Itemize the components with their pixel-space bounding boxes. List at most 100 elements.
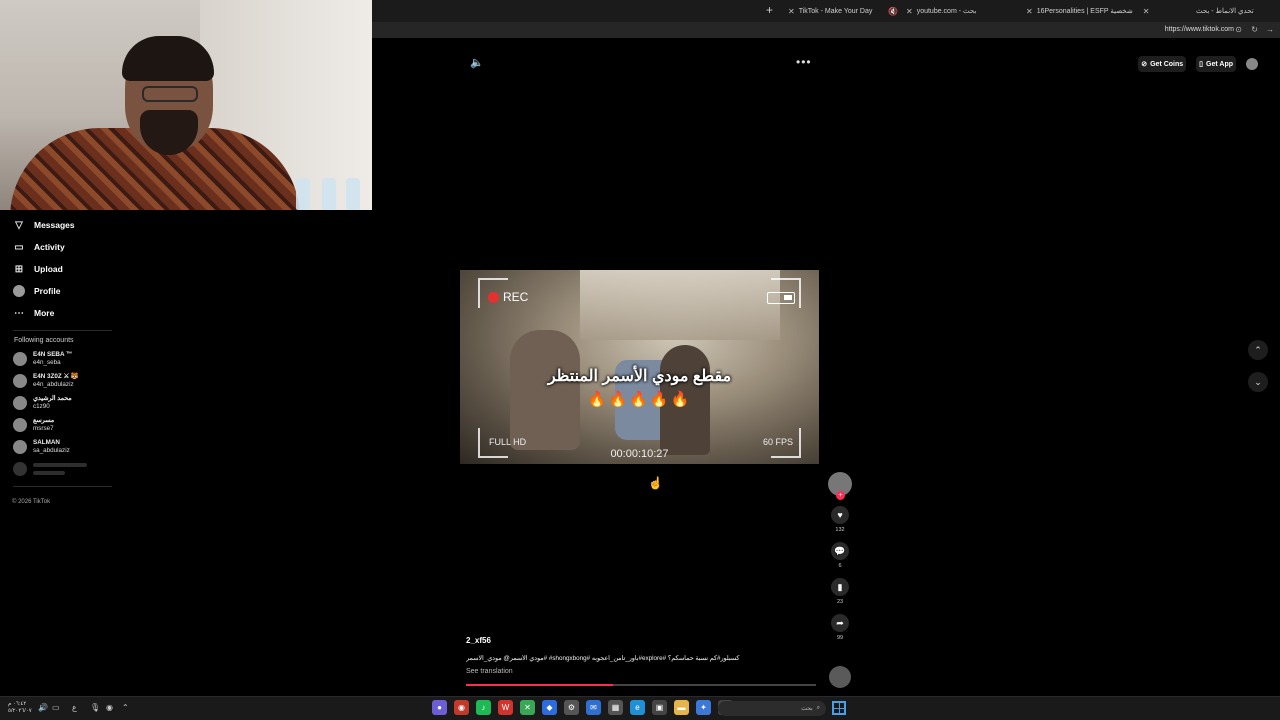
sidebar-item-profile[interactable]: Profile [0, 280, 125, 302]
comment-icon[interactable]: 💬 [831, 542, 849, 560]
address-bar[interactable]: https://www.tiktok.com ⊙ ↻ → [372, 22, 1280, 38]
get-coins-button[interactable]: ⊘ Get Coins [1138, 56, 1187, 72]
app-icon[interactable]: ● [432, 700, 447, 715]
mic-icon[interactable]: 🎙 [90, 703, 100, 712]
account-handle: msrse7 [33, 425, 54, 432]
comment-action[interactable]: 💬 6 [826, 542, 854, 569]
follow-plus-icon[interactable]: + [836, 491, 845, 500]
sidebar: ▽ Messages ▭ Activity ⊞ Upload Profile ⋯… [0, 214, 125, 524]
more-dots-icon: ⋯ [14, 307, 24, 319]
close-icon[interactable]: ✕ [1143, 7, 1150, 16]
tab-16personalities[interactable]: ✕ 16Personalities | ESFP شخصية ✕ [1026, 4, 1149, 18]
save-action[interactable]: ▮ 23 [826, 578, 854, 605]
mute-icon[interactable]: 🔇 [888, 7, 898, 16]
divider [13, 330, 112, 331]
following-account[interactable]: محمد الرشيدي c1z90 [0, 392, 125, 414]
settings-icon[interactable]: ⚙ [564, 700, 579, 715]
post-description: مودي الأسمر@ مودي_الاسمر# #shongxbong# ب… [466, 655, 740, 662]
following-account[interactable]: SALMAN sa_abdulaziz [0, 436, 125, 458]
comment-count: 6 [838, 563, 842, 569]
video-player[interactable]: REC مقطع مودي الأسمر المنتظر 🔥🔥🔥🔥🔥 FULL … [460, 270, 819, 464]
url-text[interactable]: https://www.tiktok.com [1165, 26, 1234, 33]
screen: + ✕ TikTok - Make Your Day 🔇 ✕ youtube.c… [0, 0, 1280, 720]
mail-icon[interactable]: ✉ [586, 700, 601, 715]
profile-avatar [13, 285, 25, 297]
heart-icon[interactable]: ♥ [831, 506, 849, 524]
divider [13, 486, 112, 487]
windows-start-icon[interactable] [832, 701, 846, 715]
network-icon[interactable]: ▭ [52, 703, 60, 712]
tray-app-icon[interactable]: ◉ [106, 703, 113, 712]
webcam-bottle [346, 178, 360, 210]
chevron-up-icon: ⌃ [1254, 344, 1262, 355]
header-actions: ⊘ Get Coins ▯ Get App [1138, 56, 1258, 72]
following-accounts-title: Following accounts [14, 337, 74, 344]
lock-icon: ⊙ [1235, 25, 1242, 34]
avatar [13, 462, 27, 476]
following-account[interactable]: E4N 3Z0Z ⚔ 🐯 e4n_abdulaziz [0, 370, 125, 392]
close-icon[interactable]: ✕ [906, 7, 913, 16]
close-icon[interactable]: ✕ [788, 7, 795, 16]
chevron-up-icon[interactable]: ⌃ [122, 703, 129, 712]
bookmark-icon[interactable]: ▮ [831, 578, 849, 596]
volume-icon[interactable]: 🔈 [470, 56, 484, 69]
video-fire-emojis: 🔥🔥🔥🔥🔥 [587, 391, 692, 408]
account-handle: sa_abdulaziz [33, 447, 70, 454]
get-app-button[interactable]: ▯ Get App [1196, 56, 1236, 72]
video-caption: مقطع مودي الأسمر المنتظر [547, 368, 732, 385]
reload-icon[interactable]: ↻ [1251, 25, 1258, 34]
shield-icon[interactable]: ◆ [542, 700, 557, 715]
folder-icon[interactable]: ▬ [674, 700, 689, 715]
video-timecode: 00:00:10:27 [610, 448, 669, 460]
share-action[interactable]: ➦ 99 [826, 614, 854, 641]
battery-icon [767, 292, 795, 304]
like-action[interactable]: ♥ 132 [826, 506, 854, 533]
creator-avatar[interactable]: + [828, 472, 852, 500]
action-bar: + ♥ 132 💬 6 ▮ 23 ➦ 99 [826, 472, 854, 650]
tab-tiktok[interactable]: ✕ TikTok - Make Your Day 🔇 [788, 4, 898, 18]
store-icon[interactable]: ▦ [608, 700, 623, 715]
sidebar-item-messages[interactable]: ▽ Messages [0, 214, 125, 236]
previous-video-button[interactable]: ⌃ [1248, 340, 1268, 360]
task-view-icon[interactable]: ▣ [652, 700, 667, 715]
account-name: محمد الرشيدي [33, 395, 72, 402]
video-progress-bar[interactable] [466, 684, 816, 686]
new-tab-button[interactable]: + [766, 3, 773, 17]
spotify-icon[interactable]: ♪ [476, 700, 491, 715]
tab-search[interactable]: تحدي الانماط - بحث [1196, 4, 1254, 18]
speaker-icon[interactable]: 🔊 [38, 703, 48, 712]
following-account[interactable]: E4N SEBA ™ e4n_seba [0, 348, 125, 370]
inbox-icon: ▭ [14, 241, 24, 253]
share-icon[interactable]: ➦ [831, 614, 849, 632]
following-account[interactable]: مسرسع msrse7 [0, 414, 125, 436]
input-language-indicator[interactable]: ع [72, 703, 77, 712]
app-icon[interactable]: W [498, 700, 513, 715]
avatar[interactable] [1246, 58, 1258, 70]
app-icon[interactable]: ✦ [696, 700, 711, 715]
share-count: 99 [836, 635, 844, 641]
next-video-button[interactable]: ⌄ [1248, 372, 1268, 392]
music-disc-avatar[interactable] [829, 666, 851, 688]
close-icon[interactable]: ✕ [1026, 7, 1033, 16]
edge-browser-icon[interactable]: e [630, 700, 645, 715]
sidebar-item-activity[interactable]: ▭ Activity [0, 236, 125, 258]
xbox-icon[interactable]: ✕ [520, 700, 535, 715]
post-author[interactable]: 2_xf56 [466, 636, 491, 645]
see-translation-link[interactable]: See translation [466, 668, 513, 675]
tab-youtube-search[interactable]: ✕ youtube.com - بحث [906, 4, 976, 18]
video-progress-fill [466, 684, 613, 686]
avatar [13, 418, 27, 432]
hand-cursor-icon: ☝ [648, 476, 663, 490]
account-name: SALMAN [33, 439, 60, 446]
rec-indicator: REC [488, 290, 528, 304]
sidebar-item-upload[interactable]: ⊞ Upload [0, 258, 125, 280]
skeleton-line [33, 471, 65, 475]
avatar [13, 374, 27, 388]
taskbar-search-input[interactable]: بحث ⌕ [718, 701, 826, 716]
send-icon: ▽ [15, 219, 23, 231]
taskbar-clock[interactable]: ٠٦:٤٢ م ٥/٢٠٢٦/٠٧ [8, 701, 32, 715]
forward-icon[interactable]: → [1266, 25, 1274, 34]
app-icon[interactable]: ◉ [454, 700, 469, 715]
more-options-icon[interactable]: ••• [796, 55, 812, 69]
sidebar-item-more[interactable]: ⋯ More [0, 302, 125, 324]
